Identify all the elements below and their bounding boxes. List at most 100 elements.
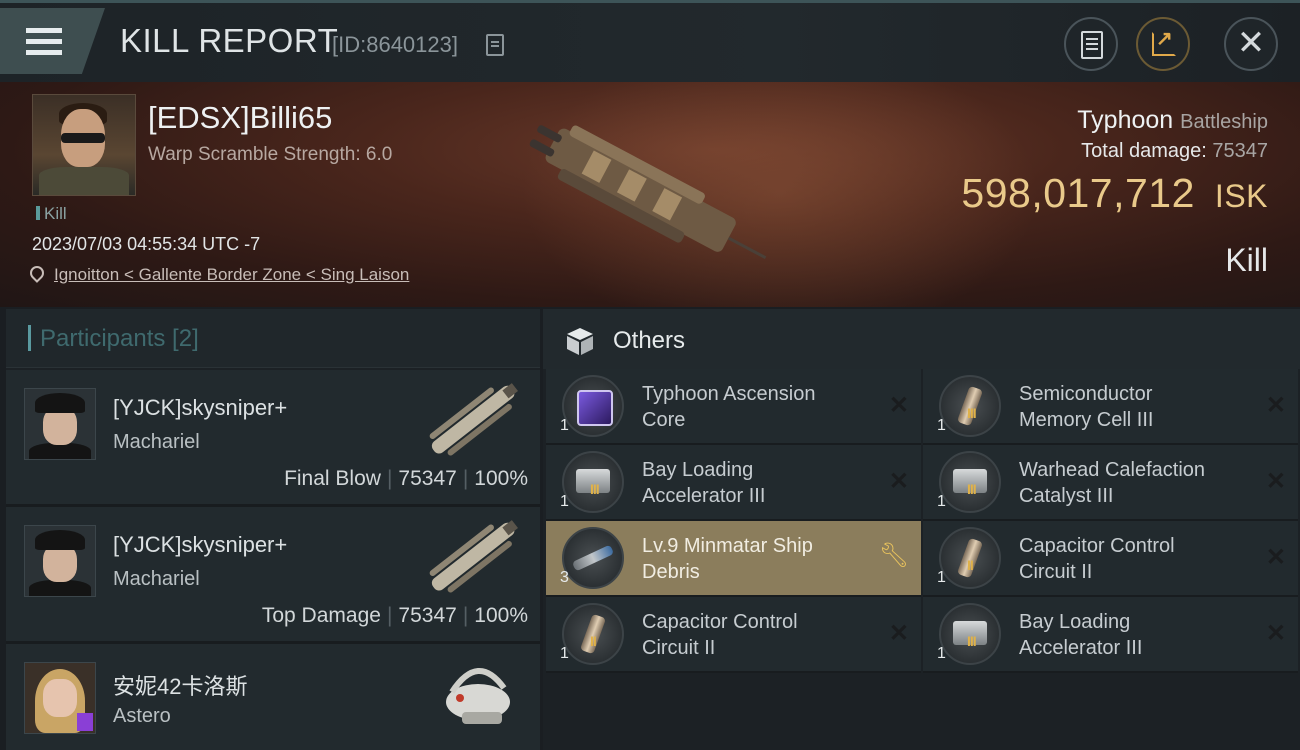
- loot-item[interactable]: III 1 Bay Loading Accelerator III ✕: [923, 597, 1298, 673]
- item-name: Lv.9 Minmatar Ship Debris: [642, 535, 813, 583]
- item-name: Typhoon Ascension Core: [642, 383, 816, 431]
- loot-item[interactable]: II 1 Capacitor Control Circuit II ✕: [546, 597, 921, 673]
- item-tier: III: [590, 481, 600, 497]
- participant-ship-image: [429, 520, 518, 593]
- item-quantity: 1: [937, 493, 946, 510]
- participant-name: 安妮42卡洛斯: [113, 674, 248, 699]
- victim-ship-image[interactable]: [520, 104, 780, 284]
- participant-percent: 100%: [474, 467, 528, 490]
- kill-tag: Kill: [36, 204, 67, 224]
- destroyed-icon: ✕: [888, 392, 909, 419]
- participant-ship: Machariel: [113, 431, 200, 453]
- participant-stats: Top Damage | 75347 | 100%: [261, 604, 528, 627]
- item-tier: III: [967, 633, 977, 649]
- loot-item[interactable]: II 1 Capacitor Control Circuit II ✕: [923, 521, 1298, 597]
- total-damage-value: 75347: [1212, 140, 1268, 162]
- kill-result: Kill: [1225, 242, 1268, 278]
- participants-panel: Participants [2] [YJCK]skysniper+ Machar…: [6, 309, 540, 750]
- item-quantity: 1: [937, 569, 946, 586]
- ship-debris-icon: [562, 527, 624, 589]
- location-pin-icon: [27, 263, 47, 283]
- item-quantity: 1: [560, 417, 569, 434]
- destroyed-icon: ✕: [1265, 544, 1286, 571]
- badge-icon: [77, 713, 93, 731]
- warp-scramble-strength: Warp Scramble Strength: 6.0: [148, 144, 393, 165]
- top-bar: KILL REPORT [ID:8640123] ✕: [0, 0, 1300, 82]
- page-title: KILL REPORT: [120, 22, 339, 59]
- share-button[interactable]: [1136, 17, 1190, 71]
- loot-item[interactable]: III 1 Bay Loading Accelerator III ✕: [546, 445, 921, 521]
- destroyed-icon: ✕: [888, 620, 909, 647]
- item-name: Semiconductor Memory Cell III: [1019, 383, 1154, 431]
- item-name: Bay Loading Accelerator III: [642, 459, 766, 507]
- isk-value: 598,017,712 ISK: [961, 170, 1268, 216]
- participant-damage: 75347: [398, 467, 457, 490]
- share-icon: [1152, 26, 1176, 56]
- participant-ship: Astero: [113, 705, 171, 727]
- destroyed-icon: ✕: [1265, 392, 1286, 419]
- total-damage: Total damage: 75347: [1081, 140, 1268, 162]
- victim-name[interactable]: [EDSX]Billi65: [148, 100, 332, 136]
- victim-banner: [EDSX]Billi65 Warp Scramble Strength: 6.…: [0, 82, 1300, 307]
- kill-location[interactable]: Ignoitton < Gallente Border Zone < Sing …: [27, 263, 409, 285]
- loot-item-highlighted[interactable]: 3 Lv.9 Minmatar Ship Debris 🔧︎: [546, 521, 921, 597]
- item-name: Capacitor Control Circuit II: [642, 611, 798, 659]
- ascension-core-icon: [562, 375, 624, 437]
- destroyed-icon: ✕: [1265, 620, 1286, 647]
- ship-class: Battleship: [1180, 111, 1268, 133]
- copy-icon[interactable]: [486, 34, 504, 56]
- participant-ship: Machariel: [113, 568, 200, 590]
- participant-row[interactable]: 安妮42卡洛斯 Astero: [6, 644, 540, 750]
- victim-avatar[interactable]: [32, 94, 136, 196]
- participant-damage: 75347: [398, 604, 457, 627]
- item-quantity: 3: [560, 569, 569, 586]
- participant-role: Final Blow: [284, 467, 381, 490]
- ship-name: Typhoon: [1077, 106, 1174, 134]
- item-tier: II: [967, 557, 974, 573]
- participant-ship-image: [429, 383, 518, 456]
- kill-datetime: 2023/07/03 04:55:34 UTC -7: [32, 234, 261, 254]
- item-quantity: 1: [937, 645, 946, 662]
- destroyed-icon: ✕: [1265, 468, 1286, 495]
- participant-percent: 100%: [474, 604, 528, 627]
- participant-avatar[interactable]: [24, 388, 96, 460]
- loot-item[interactable]: 1 Typhoon Ascension Core ✕: [546, 369, 921, 445]
- hamburger-icon[interactable]: [26, 28, 62, 61]
- participants-header: Participants [2]: [6, 309, 540, 368]
- location-link[interactable]: Ignoitton < Gallente Border Zone < Sing …: [54, 265, 409, 284]
- others-panel: Others 1 Typhoon Ascension Core ✕ III 1 …: [543, 309, 1300, 750]
- cube-icon: [567, 328, 593, 355]
- wrench-icon: 🔧︎: [878, 542, 909, 569]
- item-tier: II: [590, 633, 597, 649]
- destroyed-icon: ✕: [888, 468, 909, 495]
- participant-avatar[interactable]: [24, 662, 96, 734]
- participant-row[interactable]: [YJCK]skysniper+ Machariel Top Damage | 75…: [6, 507, 540, 644]
- participant-role: Top Damage: [261, 604, 381, 627]
- participant-avatar[interactable]: [24, 525, 96, 597]
- item-tier: III: [967, 405, 977, 421]
- report-id: [ID:8640123]: [332, 32, 458, 57]
- others-header: Others: [543, 309, 1300, 369]
- item-name: Capacitor Control Circuit II: [1019, 535, 1175, 583]
- participants-title: Participants [2]: [40, 325, 199, 352]
- isk-unit: ISK: [1214, 178, 1268, 214]
- loot-item[interactable]: III 1 Warhead Calefaction Catalyst III ✕: [923, 445, 1298, 521]
- item-quantity: 1: [937, 417, 946, 434]
- clipboard-icon: [1081, 31, 1103, 59]
- top-accent-line: [0, 0, 1300, 3]
- participant-row[interactable]: [YJCK]skysniper+ Machariel Final Blow | 75…: [6, 370, 540, 507]
- close-button[interactable]: ✕: [1224, 17, 1278, 71]
- item-name: Warhead Calefaction Catalyst III: [1019, 459, 1206, 507]
- close-icon: ✕: [1236, 24, 1266, 62]
- others-title: Others: [613, 327, 686, 354]
- item-quantity: 1: [560, 645, 569, 662]
- participant-name: [YJCK]skysniper+: [113, 532, 288, 557]
- item-tier: III: [967, 481, 977, 497]
- participant-ship-image: [446, 668, 510, 724]
- item-name: Bay Loading Accelerator III: [1019, 611, 1143, 659]
- participant-stats: Final Blow | 75347 | 100%: [284, 467, 528, 490]
- loot-item[interactable]: III 1 Semiconductor Memory Cell III ✕: [923, 369, 1298, 445]
- clipboard-button[interactable]: [1064, 17, 1118, 71]
- victim-ship-type: Typhoon Battleship: [1077, 106, 1268, 135]
- item-quantity: 1: [560, 493, 569, 510]
